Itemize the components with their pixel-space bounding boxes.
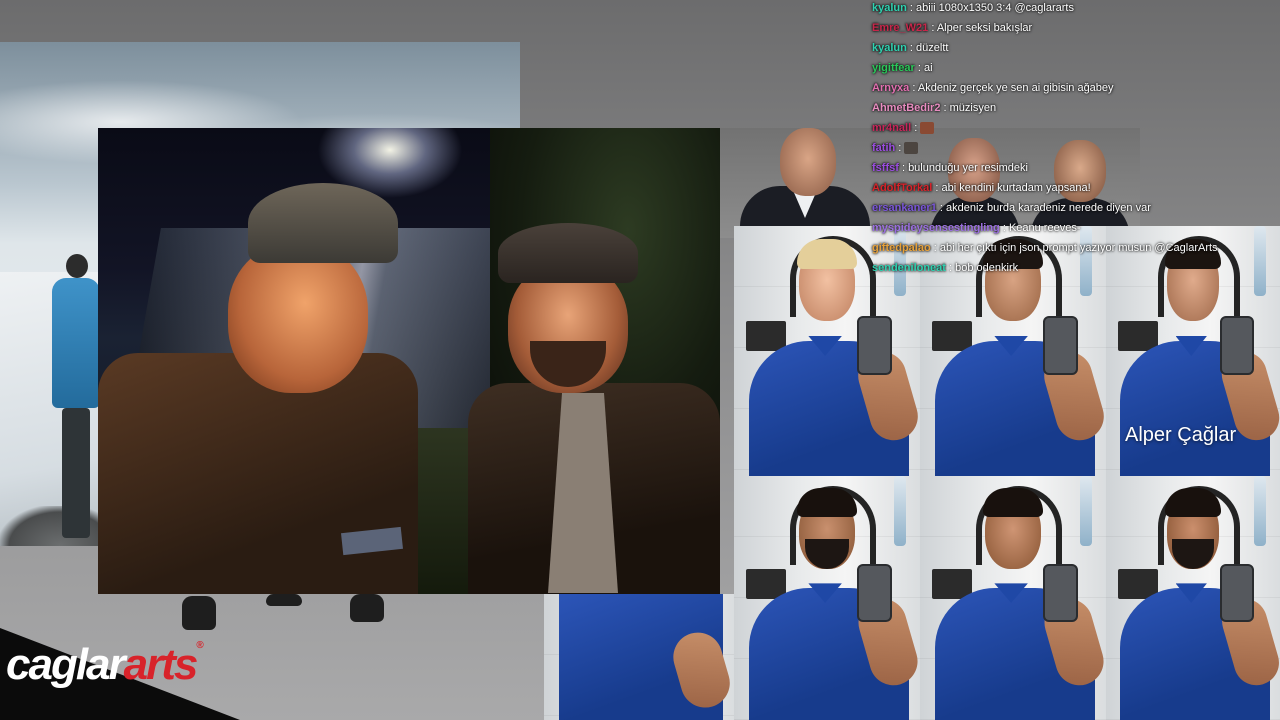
- chat-message: fatih :: [872, 140, 1272, 160]
- suit-man: [740, 128, 870, 238]
- chat-username[interactable]: fsffsf: [872, 162, 899, 174]
- boot: [266, 594, 302, 606]
- chat-message: myspideysensestingling : Keanu reeves-: [872, 222, 1081, 234]
- hiker-figure: [48, 254, 100, 544]
- night-lake-selfie-photo: [98, 128, 720, 594]
- chat-message: ersankaner1 : akdeniz burda karadeniz ne…: [872, 202, 1151, 214]
- boot: [350, 594, 384, 622]
- chat-text: akdeniz burda karadeniz nerede diyen var: [946, 202, 1151, 214]
- chat-message: AdolfTorkal : abi kendini kurtadam yapsa…: [872, 182, 1091, 194]
- chat-text: ai: [923, 62, 933, 74]
- blue-shirt-selfie-tile: [1106, 476, 1280, 720]
- chat-text: bob odenkirk: [955, 262, 1019, 274]
- chat-message: kyalun : düzeltt: [872, 42, 949, 54]
- chat-text: abiii 1080x1350 3:4 @caglararts: [916, 2, 1074, 14]
- blue-shirt-selfie-tile: [734, 476, 920, 720]
- chat-username[interactable]: kyalun: [872, 2, 907, 14]
- chat-message: giftedpalao : abi her çıktı için json pr…: [872, 242, 1218, 254]
- logo-text-caglar: caglar: [6, 640, 126, 689]
- chat-username[interactable]: ersankaner1: [872, 202, 937, 214]
- chat-username[interactable]: AhmetBedir2: [872, 102, 940, 114]
- chat-username[interactable]: myspideysensestingling: [872, 222, 1000, 234]
- blue-shirt-selfie-tile: [920, 476, 1106, 720]
- logo-text-arts: arts: [123, 640, 199, 689]
- chat-emote-icon: [920, 122, 935, 135]
- blue-shirt-selfie-tile: [544, 594, 734, 720]
- chat-message: kyalun : abiii 1080x1350 3:4 @caglararts: [872, 2, 1074, 14]
- chat-message: Emre_W21 : Alper seksi bakışlar: [872, 22, 1033, 34]
- chat-message: Arnyxa : Akdeniz gerçek ye sen ai gibisi…: [872, 82, 1114, 94]
- chat-username[interactable]: Arnyxa: [872, 82, 909, 94]
- chat-text: Keanu reeves-: [1008, 222, 1081, 234]
- chat-text: Alper seksi bakışlar: [936, 22, 1033, 34]
- chat-text: düzeltt: [916, 42, 949, 54]
- man-with-beard-right: [468, 223, 720, 594]
- image-watermark: Alper Çağlar: [1125, 424, 1237, 446]
- chat-emote-icon: [904, 142, 919, 155]
- chat-username[interactable]: AdolfTorkal: [872, 182, 932, 194]
- chat-username[interactable]: sendeniloneat: [872, 262, 946, 274]
- chat-username[interactable]: kyalun: [872, 42, 907, 54]
- chat-username[interactable]: yigitfear: [872, 62, 915, 74]
- chat-username[interactable]: Emre_W21: [872, 22, 928, 34]
- chat-message: AhmetBedir2 : müzisyen: [872, 102, 997, 114]
- registered-mark: ®: [196, 640, 204, 651]
- chat-text: abi kendini kurtadam yapsana!: [941, 182, 1091, 194]
- chat-username[interactable]: fatih: [872, 142, 895, 154]
- chat-username[interactable]: giftedpalao: [872, 242, 931, 254]
- chat-overlay: kyalun : abiii 1080x1350 3:4 @caglararts…: [872, 0, 1272, 280]
- chat-text: bulunduğu yer resimdeki: [908, 162, 1028, 174]
- chat-text: Akdeniz gerçek ye sen ai gibisin ağabey: [917, 82, 1114, 94]
- chat-message: sendeniloneat : bob odenkirk: [872, 262, 1019, 274]
- chat-text: abi her çıktı için json prompt yazıyor m…: [939, 242, 1218, 254]
- boot: [182, 596, 216, 630]
- chat-text: müzisyen: [949, 102, 997, 114]
- chat-message: mr4nall :: [872, 120, 1272, 140]
- caglararts-logo: caglararts®: [6, 640, 204, 690]
- chat-username[interactable]: mr4nall: [872, 122, 911, 134]
- chat-message: yigitfear : ai: [872, 62, 933, 74]
- chat-message: fsffsf : bulunduğu yer resimdeki: [872, 162, 1028, 174]
